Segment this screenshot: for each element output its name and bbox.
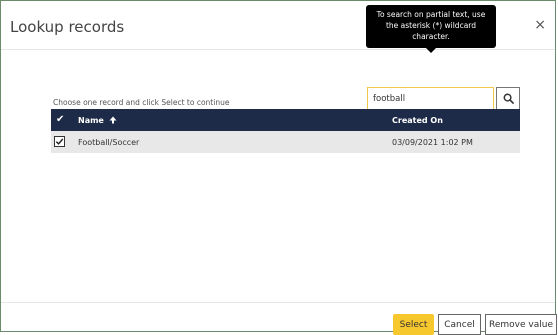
row-checkbox[interactable]	[54, 136, 65, 147]
row-created-on: 03/09/2021 1:02 PM	[392, 138, 473, 147]
arrow-up-icon	[109, 116, 117, 124]
table-row[interactable]: Football/Soccer 03/09/2021 1:02 PM	[51, 131, 520, 153]
grid-header: ✔ Name Created On	[51, 109, 520, 131]
header-divider	[1, 49, 555, 50]
dialog-title: Lookup records	[10, 18, 125, 36]
search-icon	[503, 93, 514, 104]
search-button[interactable]	[496, 87, 520, 110]
select-all-checkmark-icon[interactable]: ✔	[56, 114, 64, 125]
row-name[interactable]: Football/Soccer	[78, 138, 139, 147]
search-input[interactable]	[367, 87, 494, 110]
select-button[interactable]: Select	[393, 314, 434, 335]
search-tooltip: To search on partial text, use the aster…	[366, 5, 496, 53]
column-header-name[interactable]: Name	[78, 116, 117, 125]
lookup-records-dialog: Lookup records × To search on partial te…	[0, 0, 557, 335]
cancel-button[interactable]: Cancel	[438, 314, 481, 335]
instruction-text: Choose one record and click Select to co…	[53, 98, 230, 107]
close-icon[interactable]: ×	[534, 18, 546, 32]
remove-value-button[interactable]: Remove value	[485, 314, 557, 335]
column-header-created-on[interactable]: Created On	[392, 116, 443, 125]
checkmark-icon	[55, 138, 64, 145]
column-name-label: Name	[78, 116, 104, 125]
footer-divider	[1, 302, 555, 303]
records-grid: ✔ Name Created On Football/Soccer 03/09/…	[51, 109, 520, 153]
